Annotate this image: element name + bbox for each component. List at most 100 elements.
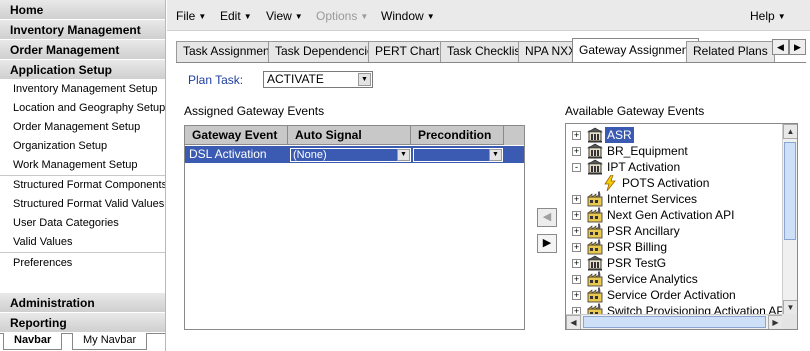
menu-edit[interactable]: Edit ▼ xyxy=(220,9,252,23)
nav-header-order-management[interactable]: Order Management xyxy=(0,40,165,60)
nav-header-home[interactable]: Home xyxy=(0,0,165,20)
menu-view-label: View xyxy=(266,9,292,23)
nav-tab-navbar[interactable]: Navbar xyxy=(3,333,63,350)
precondition-select[interactable]: ▼ xyxy=(413,148,503,162)
tree-item-label: PSR TestG xyxy=(607,256,667,270)
tab-divider xyxy=(176,62,806,63)
factory-icon xyxy=(587,271,603,287)
nav-item-organization-setup[interactable]: Organization Setup xyxy=(0,137,165,156)
nav-item-preferences[interactable]: Preferences xyxy=(0,254,165,273)
tree-item-label: BR_Equipment xyxy=(607,144,688,158)
horizontal-scrollbar[interactable]: ◀ ▶ xyxy=(566,314,783,329)
expand-icon[interactable]: + xyxy=(572,243,581,252)
tree-item-label: Internet Services xyxy=(607,192,698,206)
building-icon xyxy=(586,143,604,159)
scroll-down-icon[interactable]: ▼ xyxy=(783,300,797,315)
nav-header-inventory-management[interactable]: Inventory Management xyxy=(0,20,165,40)
scroll-right-icon[interactable]: ▶ xyxy=(789,39,806,55)
tree-item-label: IPT Activation xyxy=(607,160,681,174)
expand-icon[interactable]: + xyxy=(572,291,581,300)
nav-item-order-management-setup[interactable]: Order Management Setup xyxy=(0,118,165,137)
column-header-gateway-event[interactable]: Gateway Event xyxy=(185,126,288,145)
nav-tab-strip: Navbar My Navbar xyxy=(0,333,165,351)
expand-icon[interactable]: + xyxy=(572,227,581,236)
tab-related-plans[interactable]: Related Plans xyxy=(686,41,775,62)
auto-signal-select[interactable]: (None) ▼ xyxy=(290,148,411,162)
auto-signal-value: (None) xyxy=(293,149,327,161)
tab-pert-chart[interactable]: PERT Chart xyxy=(368,41,447,62)
expand-icon[interactable]: + xyxy=(572,195,581,204)
scroll-left-icon[interactable]: ◀ xyxy=(772,39,789,55)
menu-window[interactable]: Window ▼ xyxy=(381,9,435,23)
vertical-scrollbar[interactable]: ▲ ▼ xyxy=(782,124,797,315)
chevron-down-icon: ▼ xyxy=(198,12,207,21)
table-header: Gateway Event Auto Signal Precondition xyxy=(185,126,524,145)
available-gateway-tree: + ASR + BR_Equipment - IPT Activation POTS Act… xyxy=(565,123,798,330)
assigned-gateway-table: Gateway Event Auto Signal Precondition D… xyxy=(184,125,525,330)
building-icon xyxy=(586,127,604,143)
nav-item-valid-values[interactable]: Valid Values xyxy=(0,233,165,252)
move-left-button[interactable]: ◀ xyxy=(537,208,557,227)
expand-icon[interactable]: + xyxy=(572,147,581,156)
nav-item-work-management-setup[interactable]: Work Management Setup xyxy=(0,156,165,175)
table-row[interactable]: DSL Activation (None) ▼ ▼ xyxy=(185,146,524,163)
lightning-icon xyxy=(602,174,618,192)
plan-task-select[interactable]: ACTIVATE ▼ xyxy=(263,71,373,88)
nav-item-structured-format-components[interactable]: Structured Format Components xyxy=(0,176,165,195)
nav-tab-my-navbar[interactable]: My Navbar xyxy=(72,333,148,350)
tree-item-label: PSR Ancillary xyxy=(607,224,680,238)
nav-item-structured-format-valid-values[interactable]: Structured Format Valid Values xyxy=(0,195,165,214)
cell-gateway-event[interactable]: DSL Activation xyxy=(185,146,288,163)
menu-options-label: Options xyxy=(316,9,358,23)
menu-window-label: Window xyxy=(381,9,424,23)
expand-icon[interactable]: + xyxy=(572,131,581,140)
factory-icon xyxy=(587,239,603,255)
nav-bottom-headers: Administration Reporting xyxy=(0,293,165,333)
tab-gateway-assignment[interactable]: Gateway Assignment xyxy=(572,38,699,63)
plan-task-value: ACTIVATE xyxy=(267,72,324,86)
collapse-icon[interactable]: - xyxy=(572,163,581,172)
chevron-down-icon: ▼ xyxy=(360,12,369,21)
assigned-gateway-events-title: Assigned Gateway Events xyxy=(184,104,325,118)
expand-icon[interactable]: + xyxy=(572,275,581,284)
tree-item-label: Service Analytics xyxy=(607,272,698,286)
dropdown-arrow-icon[interactable]: ▼ xyxy=(397,149,410,161)
building-icon xyxy=(586,255,604,271)
menu-edit-label: Edit xyxy=(220,9,241,23)
expand-icon[interactable]: + xyxy=(572,211,581,220)
nav-item-user-data-categories[interactable]: User Data Categories xyxy=(0,214,165,233)
menu-options: Options ▼ xyxy=(316,9,368,23)
scroll-right-icon[interactable]: ▶ xyxy=(768,315,783,329)
menu-file[interactable]: File ▼ xyxy=(176,9,206,23)
tree-item-label: PSR Billing xyxy=(607,240,668,254)
dropdown-arrow-icon[interactable]: ▼ xyxy=(358,73,371,86)
factory-icon xyxy=(587,287,603,303)
column-header-auto-signal[interactable]: Auto Signal xyxy=(288,126,411,145)
plan-task-label: Plan Task: xyxy=(188,73,244,87)
nav-header-reporting[interactable]: Reporting xyxy=(0,313,165,333)
scroll-up-icon[interactable]: ▲ xyxy=(783,124,797,139)
dropdown-arrow-icon[interactable]: ▼ xyxy=(489,149,502,161)
scroll-thumb[interactable] xyxy=(784,142,796,240)
move-right-button[interactable]: ▶ xyxy=(537,234,557,253)
column-header-precondition[interactable]: Precondition xyxy=(411,126,504,145)
expand-icon[interactable]: + xyxy=(572,259,581,268)
menu-help[interactable]: Help ▼ xyxy=(750,9,786,23)
tree-item-label: Service Order Activation xyxy=(607,288,736,302)
nav-header-administration[interactable]: Administration xyxy=(0,293,165,313)
nav-item-location-geography-setup[interactable]: Location and Geography Setup xyxy=(0,99,165,118)
chevron-down-icon: ▼ xyxy=(294,12,303,21)
menu-help-label: Help xyxy=(750,9,775,23)
factory-icon xyxy=(587,191,603,207)
tree-item-label: POTS Activation xyxy=(622,176,710,190)
menu-view[interactable]: View ▼ xyxy=(266,9,303,23)
navbar: Home Inventory Management Order Manageme… xyxy=(0,0,166,351)
scroll-left-icon[interactable]: ◀ xyxy=(566,315,581,329)
tab-task-assignment[interactable]: Task Assignment xyxy=(176,41,281,62)
menu-bar: File ▼ Edit ▼ View ▼ Options ▼ Window ▼ Help ▼ xyxy=(167,0,810,31)
nav-header-application-setup[interactable]: Application Setup xyxy=(0,60,165,80)
nav-item-inventory-management-setup[interactable]: Inventory Management Setup xyxy=(0,80,165,99)
tree-item-label: Next Gen Activation API xyxy=(607,208,735,222)
tab-scroll-buttons: ◀ ▶ xyxy=(772,39,806,55)
scroll-thumb[interactable] xyxy=(583,316,766,328)
